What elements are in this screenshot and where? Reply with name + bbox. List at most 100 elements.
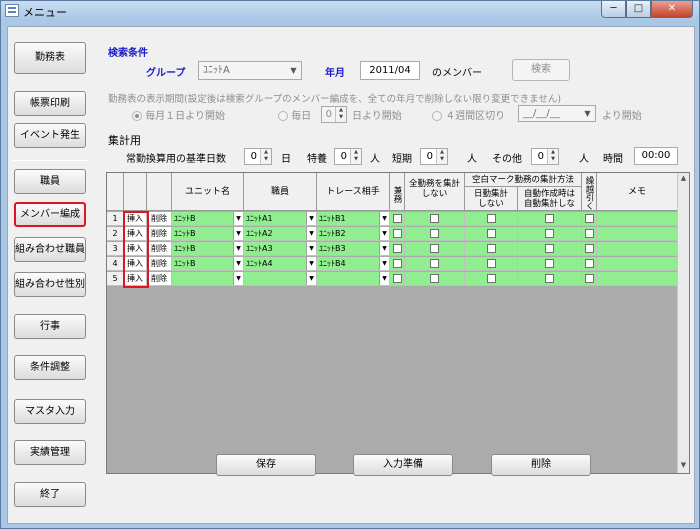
period-day-stepper[interactable]: 0 ▲ ▼ — [321, 106, 347, 123]
row-auto-total-checkbox[interactable] — [545, 274, 554, 283]
special-care-stepper[interactable]: 0 ▲ ▼ — [334, 148, 362, 165]
row-concurrent-checkbox[interactable] — [393, 214, 402, 223]
group-select[interactable]: ﾕﾆｯﾄA ▼ — [198, 61, 302, 80]
scroll-down-icon[interactable]: ▼ — [678, 461, 689, 472]
row-day-total-checkbox[interactable] — [487, 274, 496, 283]
row-auto-total-cell — [518, 227, 582, 241]
row-all-shifts-checkbox[interactable] — [430, 259, 439, 268]
row-memo-cell[interactable] — [597, 272, 678, 286]
row-memo-cell[interactable] — [597, 212, 678, 226]
sidebar-item-print[interactable]: 帳票印刷 — [14, 91, 86, 116]
row-staff-value: ﾕﾆｯﾄA3 — [246, 244, 273, 253]
sidebar-item-events[interactable]: 行事 — [14, 314, 86, 339]
row-number: 3 — [107, 242, 124, 256]
row-carry-checkbox[interactable] — [585, 214, 594, 223]
row-delete-button[interactable]: 削除 — [147, 227, 172, 241]
maximize-button[interactable]: □ — [626, 1, 651, 18]
period-start-date[interactable]: __/__/__ ▼ — [518, 105, 596, 122]
row-day-total-checkbox[interactable] — [487, 214, 496, 223]
prepare-input-button[interactable]: 入力準備 — [353, 454, 453, 476]
save-button[interactable]: 保存 — [216, 454, 316, 476]
close-button[interactable]: ✕ — [651, 1, 693, 18]
row-staff-select[interactable]: ﾕﾆｯﾄA4 ▼ — [244, 257, 317, 271]
row-unit-select[interactable]: ▼ — [172, 272, 244, 286]
sidebar-item-combo-gender[interactable]: 組み合わせ性別 — [14, 272, 86, 297]
grid-header-blank-group: 空白マーク勤務の集計方法 — [465, 173, 582, 187]
row-carry-checkbox[interactable] — [585, 229, 594, 238]
delete-button[interactable]: 削除 — [491, 454, 591, 476]
row-all-shifts-checkbox[interactable] — [430, 214, 439, 223]
time-input[interactable]: 00:00 — [634, 147, 678, 165]
row-auto-total-checkbox[interactable] — [545, 229, 554, 238]
other-label: その他 — [492, 154, 522, 165]
other-stepper[interactable]: 0 ▲ ▼ — [531, 148, 559, 165]
scroll-up-icon[interactable]: ▲ — [678, 174, 689, 185]
row-unit-select[interactable]: ﾕﾆｯﾄB ▼ — [172, 212, 244, 226]
row-unit-select[interactable]: ﾕﾆｯﾄB ▼ — [172, 257, 244, 271]
row-trace-select[interactable]: ▼ — [317, 272, 390, 286]
row-unit-select[interactable]: ﾕﾆｯﾄB ▼ — [172, 242, 244, 256]
sidebar-item-actuals[interactable]: 実績管理 — [14, 440, 86, 465]
other-unit: 人 — [579, 154, 589, 165]
period-option-monthly[interactable]: 毎月１日より開始 — [132, 107, 225, 122]
grid-vertical-scrollbar[interactable]: ▲ ▼ — [677, 173, 689, 473]
row-concurrent-checkbox[interactable] — [393, 259, 402, 268]
period-option-4week[interactable]: ４週間区切り — [432, 107, 505, 122]
sidebar-item-conditions[interactable]: 条件調整 — [14, 355, 86, 380]
search-button[interactable]: 検索 — [512, 59, 570, 81]
row-carry-checkbox[interactable] — [585, 244, 594, 253]
row-auto-total-checkbox[interactable] — [545, 244, 554, 253]
row-trace-select[interactable]: ﾕﾆｯﾄB1 ▼ — [317, 212, 390, 226]
row-staff-select[interactable]: ﾕﾆｯﾄA3 ▼ — [244, 242, 317, 256]
row-delete-button[interactable]: 削除 — [147, 257, 172, 271]
row-day-total-checkbox[interactable] — [487, 229, 496, 238]
row-all-shifts-checkbox[interactable] — [430, 244, 439, 253]
special-care-value: 0 — [340, 151, 347, 162]
row-staff-select[interactable]: ▼ — [244, 272, 317, 286]
sidebar-item-member-org[interactable]: メンバー編成 — [14, 202, 86, 227]
row-carry-checkbox[interactable] — [585, 274, 594, 283]
minimize-button[interactable]: ─ — [601, 1, 626, 18]
row-staff-select[interactable]: ﾕﾆｯﾄA2 ▼ — [244, 227, 317, 241]
row-delete-button[interactable]: 削除 — [147, 242, 172, 256]
chevron-down-icon: ▼ — [306, 272, 316, 285]
row-delete-button[interactable]: 削除 — [147, 212, 172, 226]
row-delete-button[interactable]: 削除 — [147, 272, 172, 286]
row-day-total-checkbox[interactable] — [487, 259, 496, 268]
period-heading: 勤務表の表示期間(設定後は検索グループのメンバー編成を、全ての年月で削除しない限… — [108, 94, 562, 105]
row-day-total-cell — [465, 242, 518, 256]
row-auto-total-checkbox[interactable] — [545, 214, 554, 223]
row-all-shifts-checkbox[interactable] — [430, 229, 439, 238]
row-concurrent-checkbox[interactable] — [393, 274, 402, 283]
sidebar-item-exit[interactable]: 終了 — [14, 482, 86, 507]
yearmonth-input[interactable]: 2011/04 — [360, 61, 420, 80]
period-option-daily[interactable]: 毎日 — [278, 107, 311, 122]
row-unit-select[interactable]: ﾕﾆｯﾄB ▼ — [172, 227, 244, 241]
sidebar-item-combo-staff[interactable]: 組み合わせ職員 — [14, 237, 86, 262]
row-all-shifts-cell — [405, 257, 465, 271]
row-day-total-checkbox[interactable] — [487, 244, 496, 253]
row-trace-select[interactable]: ﾕﾆｯﾄB3 ▼ — [317, 242, 390, 256]
sidebar-item-shift-table[interactable]: 勤務表 — [14, 42, 86, 74]
row-staff-select[interactable]: ﾕﾆｯﾄA1 ▼ — [244, 212, 317, 226]
chevron-down-icon: ▼ — [379, 227, 389, 240]
row-carry-checkbox[interactable] — [585, 259, 594, 268]
row-memo-cell[interactable] — [597, 227, 678, 241]
row-memo-cell[interactable] — [597, 242, 678, 256]
period-option-monthly-label: 毎月１日より開始 — [145, 111, 225, 122]
row-memo-cell[interactable] — [597, 257, 678, 271]
row-trace-select[interactable]: ﾕﾆｯﾄB4 ▼ — [317, 257, 390, 271]
row-concurrent-checkbox[interactable] — [393, 229, 402, 238]
short-stay-stepper[interactable]: 0 ▲ ▼ — [420, 148, 448, 165]
insert-column-highlight — [123, 211, 149, 288]
title-bar[interactable]: メニュー ─ □ ✕ — [1, 1, 699, 21]
sidebar-item-staff[interactable]: 職員 — [14, 169, 86, 194]
row-all-shifts-checkbox[interactable] — [430, 274, 439, 283]
sidebar-item-event[interactable]: イベント発生 — [14, 123, 86, 148]
row-trace-select[interactable]: ﾕﾆｯﾄB2 ▼ — [317, 227, 390, 241]
row-concurrent-checkbox[interactable] — [393, 244, 402, 253]
row-carry-cell — [582, 257, 597, 271]
sidebar-item-master[interactable]: マスタ入力 — [14, 399, 86, 424]
row-auto-total-checkbox[interactable] — [545, 259, 554, 268]
base-days-stepper[interactable]: 0 ▲ ▼ — [244, 148, 272, 165]
